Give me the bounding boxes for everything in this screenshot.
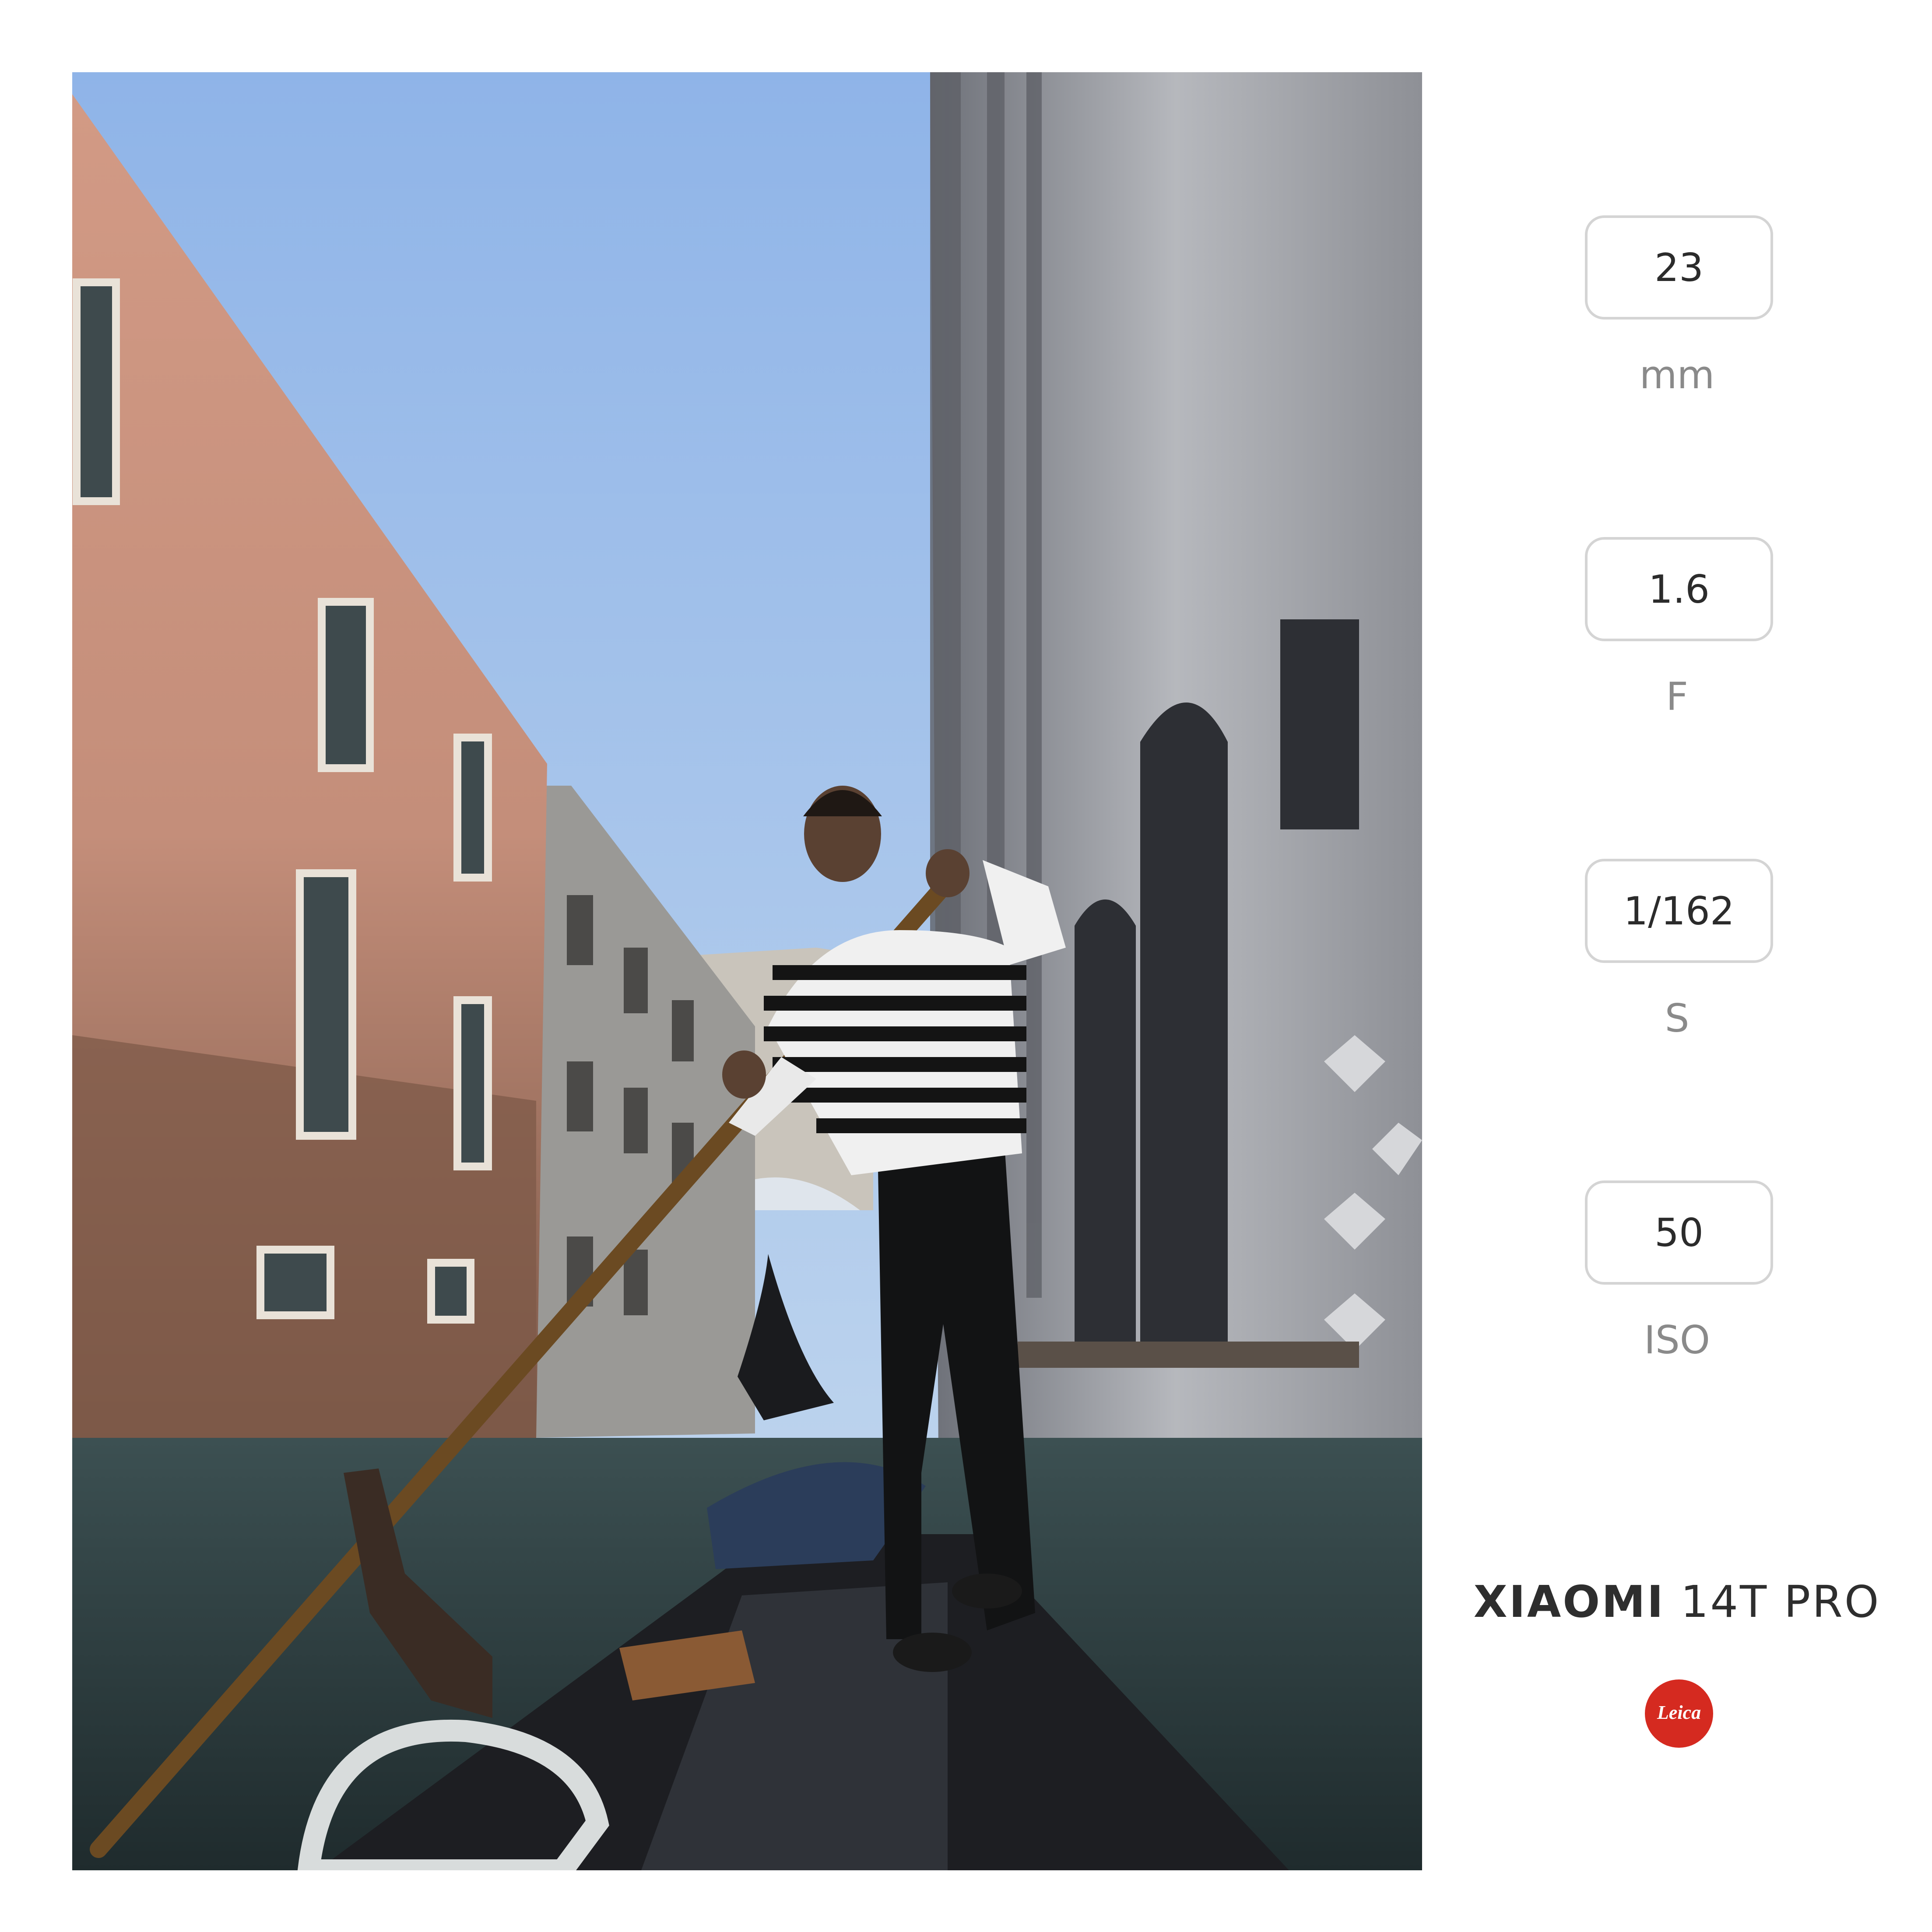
photo: [72, 72, 1422, 1870]
exif-iso: 50 ISO: [1422, 1180, 1932, 1399]
exif-panel: 23 mm 1.6 F 1/162 S 50 ISO XIAOMI 14T PR…: [1422, 0, 1932, 1932]
aperture-value: 1.6: [1585, 537, 1773, 641]
camera-model-name: 14T PRO: [1680, 1576, 1881, 1627]
camera-model: XIAOMI 14T PRO: [1422, 1571, 1932, 1633]
leica-logo-icon: Leica: [1644, 1679, 1714, 1749]
iso-unit: ISO: [1644, 1317, 1711, 1363]
svg-text:Leica: Leica: [1657, 1702, 1701, 1723]
camera-brand: XIAOMI: [1473, 1576, 1665, 1627]
focal-length-unit: mm: [1639, 352, 1715, 397]
shutter-speed-value: 1/162: [1585, 859, 1773, 963]
aperture-unit: F: [1666, 674, 1688, 719]
shutter-speed-unit: S: [1665, 996, 1690, 1041]
exif-aperture: 1.6 F: [1422, 537, 1932, 756]
exif-shutter-speed: 1/162 S: [1422, 859, 1932, 1078]
exif-focal-length: 23 mm: [1422, 215, 1932, 434]
iso-value: 50: [1585, 1180, 1773, 1285]
focal-length-value: 23: [1585, 215, 1773, 320]
